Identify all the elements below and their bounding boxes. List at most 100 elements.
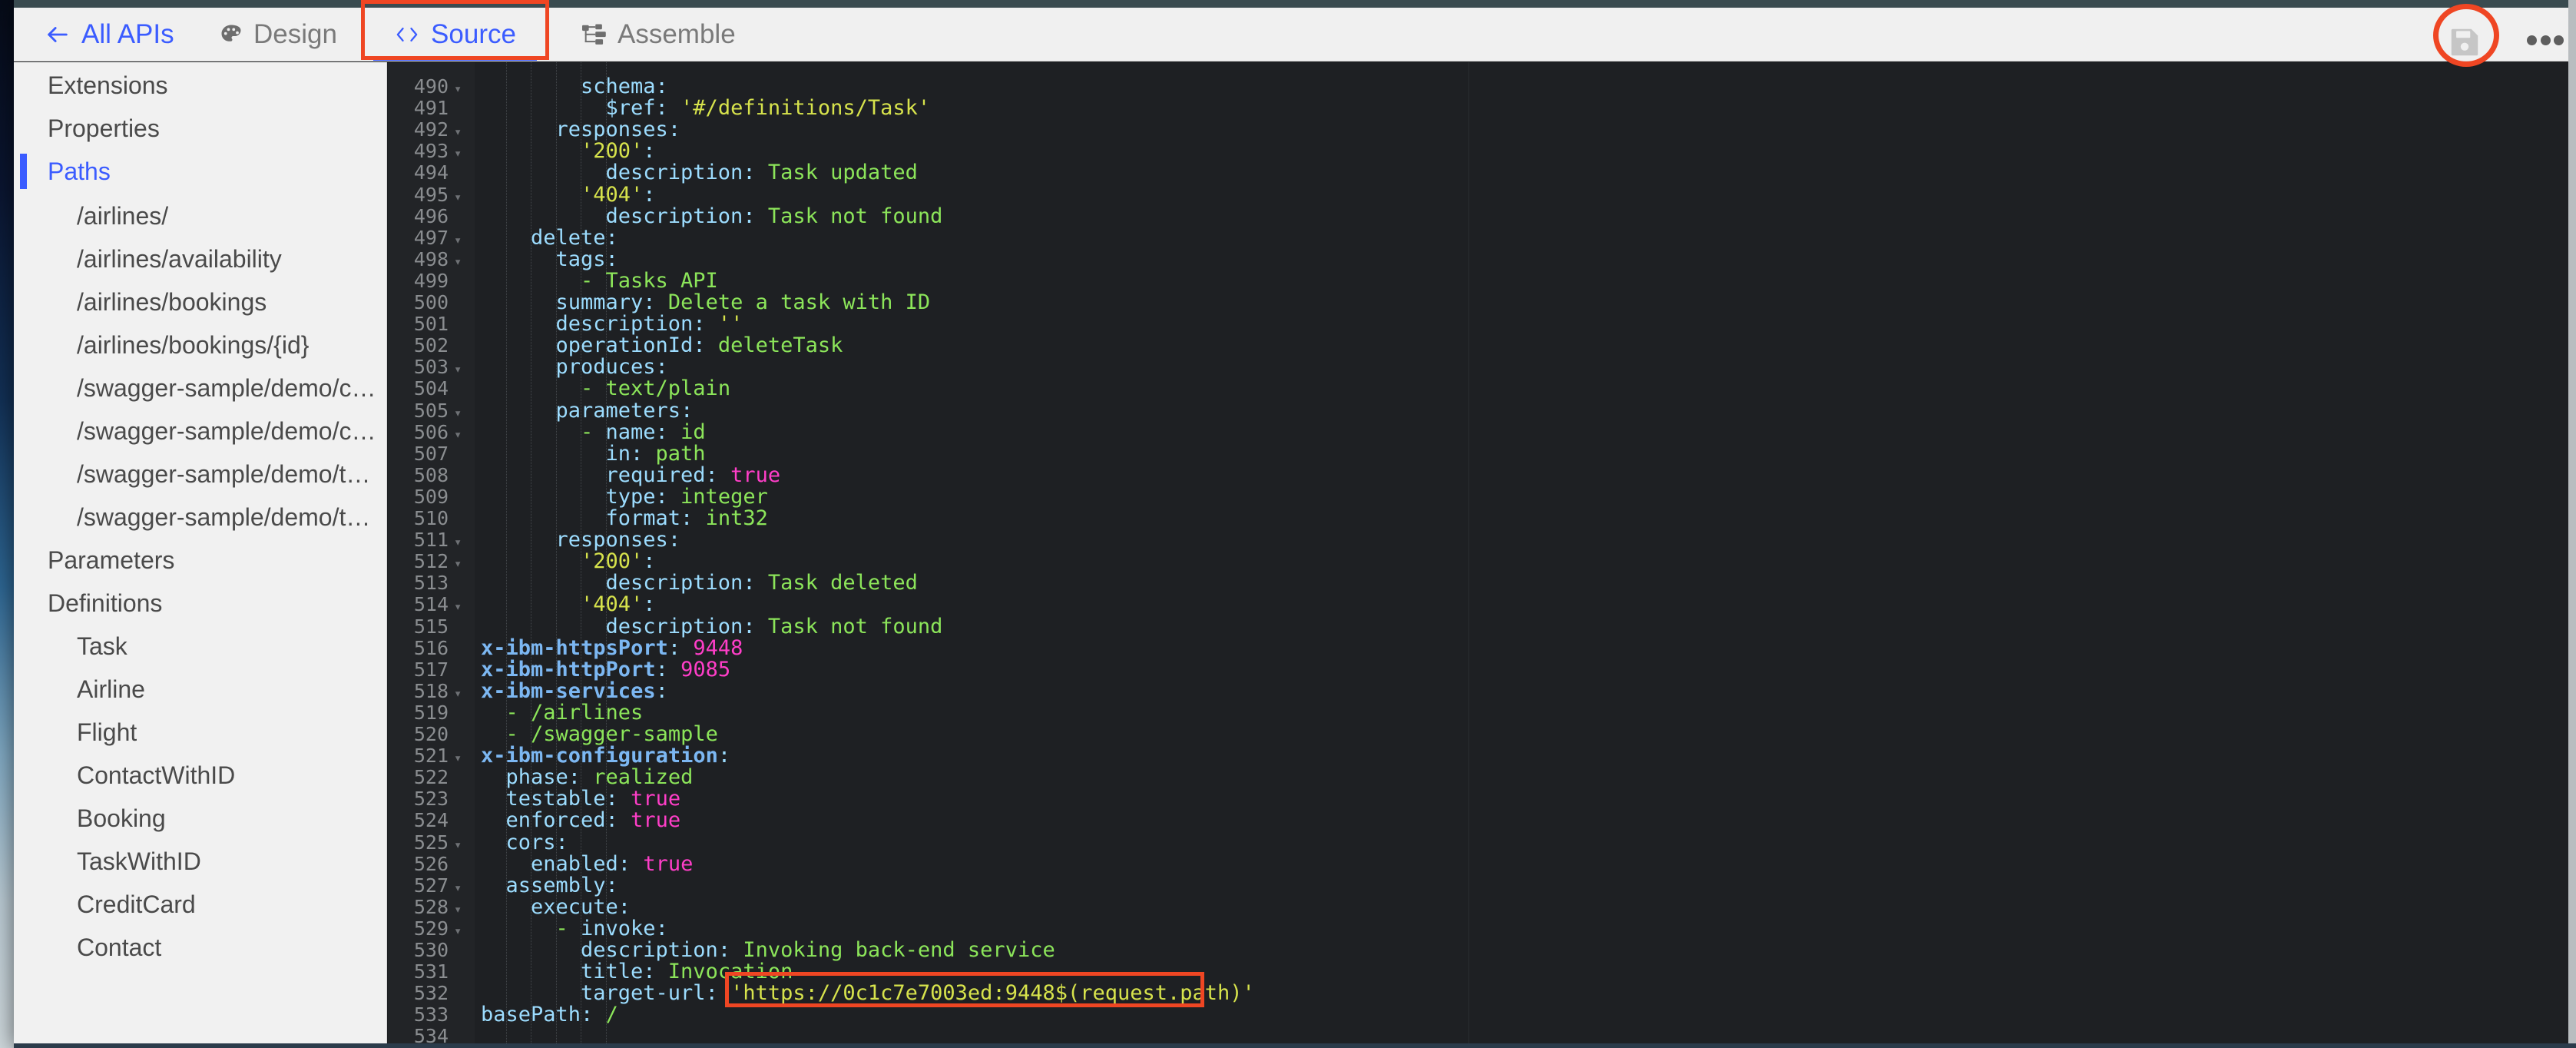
code-token: : [605,787,631,811]
tab-design-label: Design [253,18,337,49]
code-line[interactable]: assembly: [506,874,618,897]
sidebar-item[interactable]: Properties [14,105,386,151]
fold-arrow-icon[interactable]: ▾ [454,553,462,575]
fold-arrow-icon[interactable]: ▾ [454,596,462,618]
code-line[interactable]: enabled: true [531,853,693,875]
fold-arrow-icon[interactable]: ▾ [454,187,462,208]
code-line[interactable]: parameters: [556,400,694,422]
fold-arrow-icon[interactable]: ▾ [454,834,462,856]
code-line[interactable]: description: Task deleted [606,572,918,594]
fold-arrow-icon[interactable]: ▾ [454,532,462,553]
code-line[interactable]: target-url: 'https://0c1c7e7003ed:9448$(… [581,983,1255,1004]
fold-arrow-icon[interactable]: ▾ [454,899,462,920]
code-token: type [605,484,656,509]
fold-arrow-icon[interactable]: ▾ [454,78,462,100]
code-line[interactable]: - /swagger-sample [506,724,718,745]
code-line[interactable]: '404': [581,184,656,206]
sidebar-item[interactable]: ContactWithID [14,752,386,798]
line-number: 490 [413,75,449,98]
sidebar-item[interactable]: /airlines/bookings [14,279,386,325]
code-token: Invoking back-end service [743,938,1055,962]
fold-arrow-icon[interactable]: ▾ [454,424,462,446]
fold-arrow-icon[interactable]: ▾ [454,230,462,251]
code-line[interactable]: responses: [556,119,681,141]
code-line[interactable]: $ref: '#/definitions/Task' [606,98,931,119]
code-line[interactable]: in: path [606,443,706,465]
code-line[interactable]: required: true [606,464,781,486]
tab-design[interactable]: Design [220,8,337,61]
sidebar-item[interactable]: TaskWithID [14,838,386,884]
code-line[interactable]: tags: [556,248,618,270]
code-line[interactable]: testable: true [506,788,681,810]
code-line[interactable]: x-ibm-httpsPort: 9448 [481,637,743,659]
sidebar-item-label: Paths [48,157,111,185]
sidebar-item[interactable]: CreditCard [14,881,386,927]
sidebar-item[interactable]: /swagger-sample/demo/contac… [14,408,386,454]
code-line[interactable]: description: Task not found [606,205,943,227]
more-options-button[interactable] [2527,34,2564,46]
sidebar-item[interactable]: Parameters [14,537,386,583]
code-line[interactable]: summary: Delete a task with ID [556,292,931,313]
code-line[interactable]: basePath: / [481,1004,618,1026]
code-line[interactable]: enforced: true [506,810,681,831]
code-line[interactable]: - /airlines [506,701,644,724]
code-line[interactable]: - name: id [581,421,706,443]
code-line[interactable]: produces: [556,357,668,378]
back-to-all-apis-link[interactable]: All APIs [45,8,174,61]
sidebar-item[interactable]: Contact [14,924,386,970]
fold-arrow-icon[interactable]: ▾ [454,359,462,380]
code-line[interactable]: '404': [581,594,656,615]
code-line[interactable]: phase: realized [506,767,694,788]
fold-arrow-icon[interactable]: ▾ [454,877,462,899]
code-line[interactable]: description: Task not found [606,615,943,638]
sidebar-item[interactable]: /swagger-sample/demo/tasks [14,451,386,497]
code-line[interactable]: - text/plain [581,378,730,400]
tab-source[interactable]: Source [373,8,537,61]
sidebar-item[interactable]: Airline [14,666,386,712]
sidebar-item[interactable]: Extensions [14,62,386,108]
code-line[interactable]: schema: [581,76,668,98]
code-line[interactable]: responses: [556,529,681,551]
sidebar-item[interactable]: /swagger-sample/demo/tasks/{… [14,494,386,540]
code-line[interactable]: x-ibm-httpPort: 9085 [481,657,730,682]
fold-arrow-icon[interactable]: ▾ [454,251,462,273]
code-line[interactable]: - Tasks API [581,270,718,292]
code-line[interactable]: '200': [581,141,656,162]
outline-sidebar[interactable]: Extensions Properties Paths/airlines/ /airl… [14,62,387,1043]
code-line[interactable]: '200': [581,551,656,572]
sidebar-item[interactable]: Flight [14,709,386,755]
fold-arrow-icon[interactable]: ▾ [454,683,462,705]
code-line[interactable]: description: '' [556,313,743,335]
fold-arrow-icon[interactable]: ▾ [454,403,462,424]
code-line[interactable]: type: integer [606,486,768,508]
sidebar-item[interactable]: /airlines/bookings/{id} [14,322,386,368]
code-line[interactable]: title: Invocation [581,961,793,983]
code-line[interactable]: - invoke: [555,916,668,940]
fold-arrow-icon[interactable]: ▾ [454,121,462,143]
code-line[interactable]: execute: [531,896,631,918]
code-line[interactable]: description: Task updated [606,162,918,184]
code-line[interactable]: delete: [531,227,618,249]
fold-arrow-icon[interactable]: ▾ [454,748,462,769]
code-token: - [555,916,581,940]
sidebar-item[interactable]: Definitions [14,580,386,626]
code-line[interactable]: format: int32 [606,508,768,529]
sidebar-item[interactable]: /airlines/availability [14,236,386,282]
sidebar-item[interactable]: Paths [14,148,386,194]
code-content[interactable]: schema: $ref: '#/definitions/Task' respons… [475,62,2568,1043]
sidebar-item[interactable]: Task [14,623,386,669]
save-button[interactable] [2447,25,2482,60]
fold-arrow-icon[interactable]: ▾ [454,143,462,164]
tab-assemble[interactable]: Assemble [582,8,736,61]
sidebar-item[interactable]: Booking [14,795,386,841]
code-line[interactable]: x-ibm-configuration: [481,745,730,767]
code-line[interactable]: x-ibm-services: [481,680,668,702]
code-line[interactable]: cors: [506,831,568,854]
sidebar-item[interactable]: /swagger-sample/demo/contacts [14,365,386,411]
code-line[interactable]: operationId: deleteTask [556,335,843,357]
fold-arrow-icon[interactable]: ▾ [454,920,462,942]
code-line[interactable]: description: Invoking back-end service [581,940,1055,961]
sidebar-item[interactable]: /airlines/ [14,193,386,239]
source-code-editor[interactable]: 490 ▾ 491 492 ▾ 493 ▾ 494 495 ▾ 496 497 ▾ 498 ▾ 499 500 5… [388,62,2568,1043]
code-token: x-ibm-httpPort [481,657,656,682]
